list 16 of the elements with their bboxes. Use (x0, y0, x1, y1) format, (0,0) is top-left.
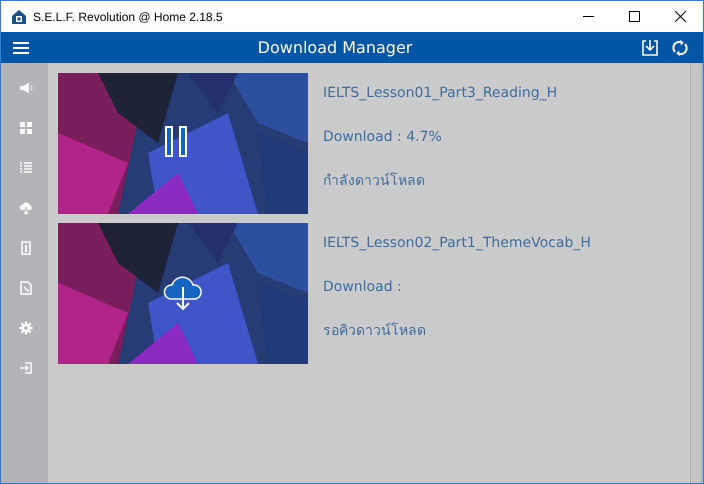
cloud-download-icon[interactable] (163, 275, 203, 311)
download-icon (641, 38, 659, 56)
refresh-icon (671, 38, 689, 56)
pause-button[interactable] (165, 126, 187, 157)
download-status: กำลังดาวน์โหลด (323, 172, 426, 191)
window-title: S.E.L.F. Revolution @ Home 2.18.5 (33, 10, 223, 24)
maximize-icon (628, 11, 640, 22)
lesson-title: IELTS_Lesson01_Part3_Reading_H (323, 84, 558, 103)
download-info-text: Download : (323, 278, 403, 297)
lesson-title: IELTS_Lesson02_Part1_ThemeVocab_H (323, 234, 591, 253)
app-logo-icon (11, 8, 27, 24)
menu-icon (13, 40, 29, 54)
download-info-text: Download : 4.7% (323, 128, 443, 147)
download-status: รอคิวดาวน์โหลด (323, 322, 427, 341)
page-title: Download Manager (256, 38, 414, 57)
close-icon (674, 11, 686, 22)
